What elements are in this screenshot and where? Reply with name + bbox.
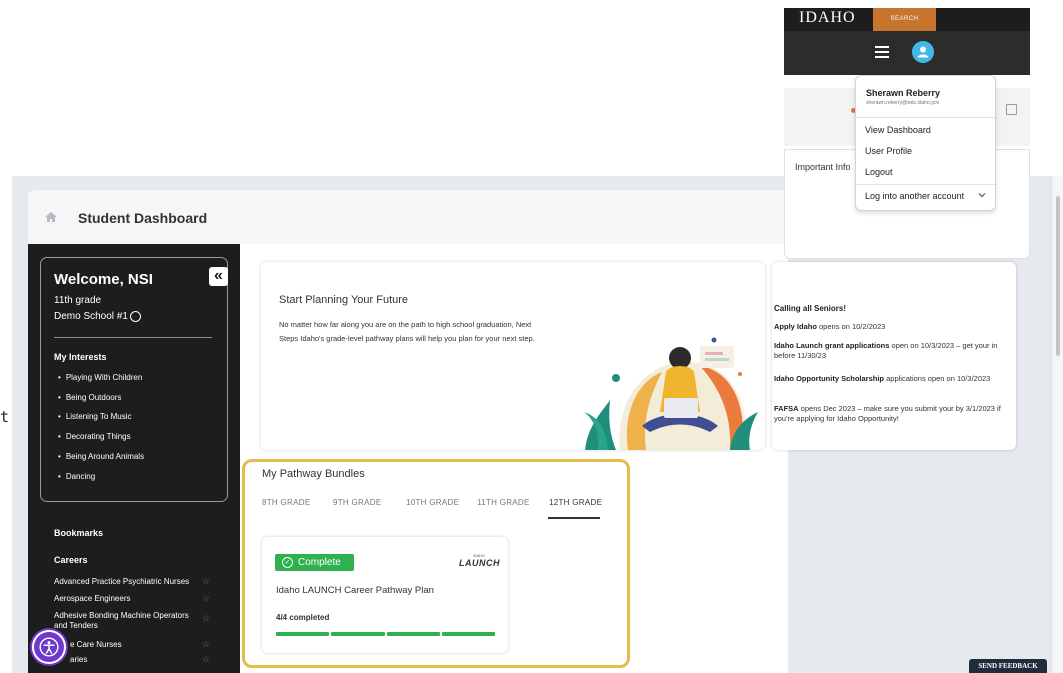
menu-item-view-dashboard[interactable]: View Dashboard — [865, 125, 931, 135]
progress-segment — [441, 632, 495, 636]
planning-description: No matter how far along you are on the p… — [279, 320, 535, 343]
announcement-item: Idaho Opportunity Scholarship applicatio… — [774, 374, 991, 383]
student-grade: 11th grade — [54, 295, 102, 306]
careers-heading: Careers — [54, 555, 88, 565]
interest-item: Dancing — [58, 472, 95, 481]
logo-big-text: LAUNCH — [459, 558, 500, 568]
tab-10th-grade[interactable]: 10TH GRADE — [406, 498, 459, 507]
bookmarks-heading: Bookmarks — [54, 528, 104, 538]
divider — [54, 337, 212, 338]
announcement-item: FAFSA opens Dec 2023 – make sure you sub… — [774, 404, 1001, 423]
page-scrollbar[interactable] — [1051, 176, 1063, 673]
pathway-bundles-heading: My Pathway Bundles — [262, 468, 365, 480]
menu-item-user-profile[interactable]: User Profile — [865, 146, 912, 156]
career-bookmark-link[interactable]: Adhesive Bonding Machine Operators and T… — [54, 611, 194, 631]
pin-icon[interactable]: ☆ — [202, 639, 212, 649]
tab-11th-grade[interactable]: 11TH GRADE — [477, 498, 530, 507]
chevron-down-icon[interactable] — [977, 190, 987, 200]
navigation-bar — [784, 31, 1030, 75]
accessibility-icon[interactable] — [32, 630, 66, 664]
interest-item: Decorating Things — [58, 432, 131, 441]
divider — [856, 117, 995, 118]
career-bookmark-link[interactable]: Aerospace Engineers — [54, 594, 194, 604]
pin-icon[interactable]: ☆ — [202, 613, 212, 623]
important-info-label: Important Info — [795, 162, 851, 172]
user-email: sherawn.reberry@wdc.idaho.gov — [866, 100, 940, 106]
student-illustration — [584, 337, 758, 450]
user-avatar-icon[interactable] — [912, 41, 934, 63]
school-info-icon[interactable] — [130, 311, 141, 322]
check-circle-icon: ✓ — [282, 557, 293, 568]
interest-item: Listening To Music — [58, 412, 132, 421]
interest-item: Playing With Children — [58, 373, 142, 382]
tab-9th-grade[interactable]: 9TH GRADE — [333, 498, 382, 507]
announcement-item: Idaho Launch grant applications open on … — [774, 341, 998, 360]
active-tab-indicator — [548, 517, 600, 519]
progress-segment — [331, 632, 385, 636]
pin-icon[interactable]: ☆ — [202, 654, 212, 664]
idaho-logo[interactable]: IDAHO — [799, 9, 856, 27]
divider — [856, 184, 995, 185]
user-name: Sherawn Reberry — [866, 88, 941, 98]
career-bookmark-link[interactable]: aries — [70, 655, 210, 665]
tab-8th-grade[interactable]: 8TH GRADE — [262, 498, 311, 507]
hamburger-menu-icon[interactable] — [875, 46, 889, 58]
progress-segment — [276, 632, 330, 636]
calendar-icon[interactable] — [1006, 104, 1017, 115]
pin-icon[interactable]: ☆ — [202, 576, 212, 586]
status-badge-label: Complete — [298, 557, 341, 568]
page-title: Student Dashboard — [78, 210, 208, 226]
tab-12th-grade[interactable]: 12TH GRADE — [549, 498, 602, 507]
announcements-heading: Calling all Seniors! — [774, 304, 847, 313]
home-icon[interactable] — [44, 210, 58, 224]
planning-title: Start Planning Your Future — [279, 294, 409, 306]
welcome-title: Welcome, NSI — [54, 271, 153, 288]
idaho-launch-logo: IDAHO LAUNCH — [459, 554, 500, 568]
pin-icon[interactable]: ☆ — [202, 593, 212, 603]
interest-item: Being Around Animals — [58, 452, 144, 461]
scrollbar-thumb[interactable] — [1056, 196, 1060, 356]
send-feedback-button[interactable]: SEND FEEDBACK — [969, 659, 1047, 673]
collapse-sidebar-button[interactable]: « — [209, 267, 228, 286]
bundle-title: Idaho LAUNCH Career Pathway Plan — [276, 585, 434, 596]
interests-heading: My Interests — [54, 352, 107, 362]
bundle-progress-text: 4/4 completed — [276, 613, 330, 622]
switch-account-button[interactable]: Log into another account — [865, 191, 964, 201]
career-bookmark-link[interactable]: Advanced Practice Psychiatric Nurses — [54, 577, 194, 587]
career-bookmark-link[interactable]: e Care Nurses — [70, 640, 210, 650]
student-school: Demo School #1 — [54, 311, 128, 322]
announcement-item: Apply Idaho opens on 10/2/2023 — [774, 322, 886, 331]
menu-item-logout[interactable]: Logout — [865, 167, 893, 177]
search-button[interactable]: SEARCH — [873, 8, 936, 31]
progress-segment — [386, 632, 440, 636]
clipped-text-fragment: t — [0, 408, 10, 426]
interest-item: Being Outdoors — [58, 393, 122, 402]
